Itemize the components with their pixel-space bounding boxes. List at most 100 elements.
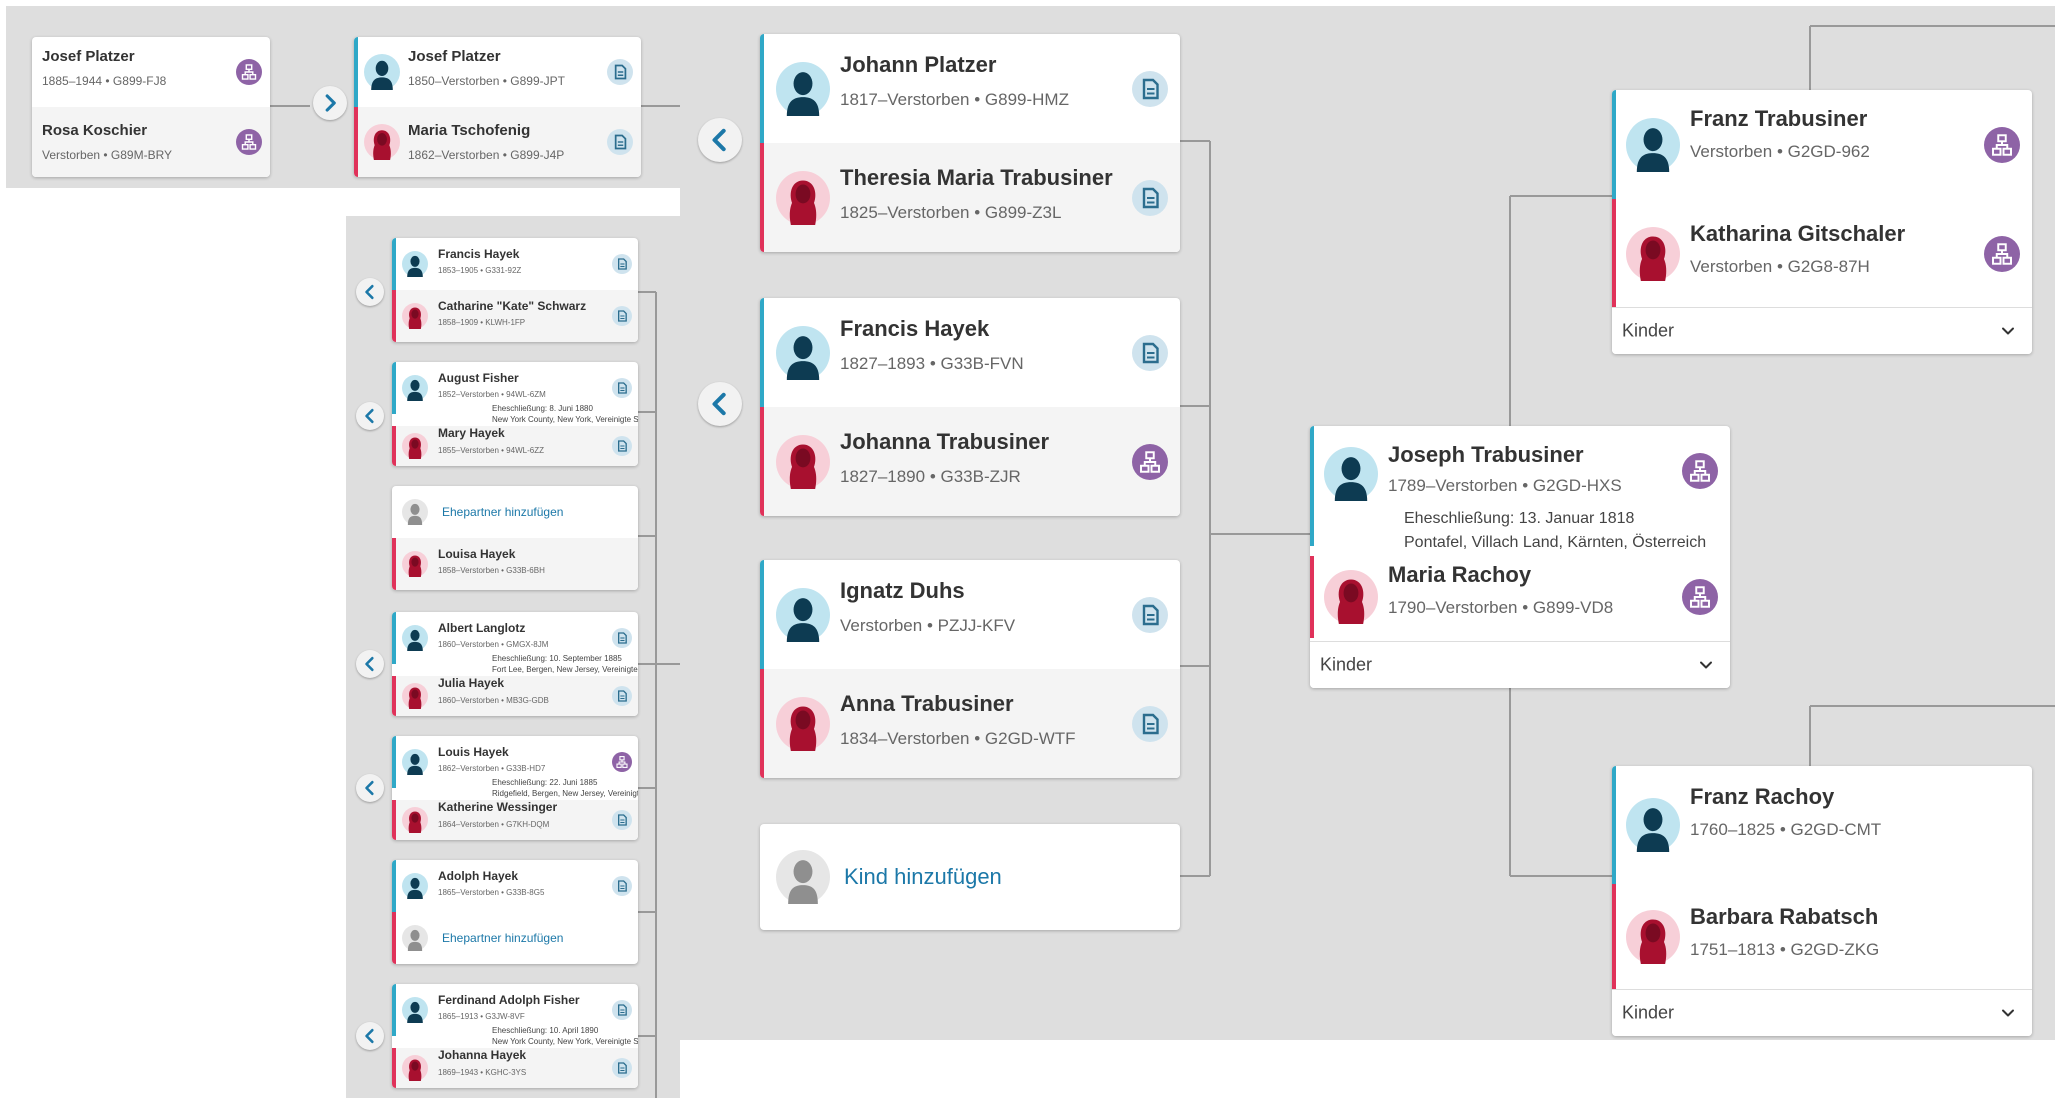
expand-children-forward-button[interactable] — [313, 86, 347, 120]
expand-family-back-button[interactable] — [356, 1022, 384, 1050]
family-card[interactable]: Francis Hayek 1853–1905 • G331-92Z Catha… — [392, 238, 638, 342]
expand-family-back-button[interactable] — [356, 774, 384, 802]
record-hint-icon[interactable] — [612, 1058, 632, 1078]
person-name[interactable]: Ignatz Duhs — [840, 578, 965, 604]
wife-row[interactable]: Johanna Hayek 1869–1943 • KGHC-3YS — [392, 1048, 638, 1088]
wife-row[interactable]: Theresia Maria Trabusiner 1825–Verstorbe… — [760, 143, 1180, 252]
husband-row[interactable]: Adolph Hayek 1865–Verstorben • G33B-8G5 — [392, 860, 638, 912]
person-name[interactable]: Franz Rachoy — [1690, 784, 1834, 810]
husband-row[interactable]: Josef Platzer 1885–1944 • G899-FJ8 — [32, 37, 270, 107]
add-spouse-link[interactable]: Ehepartner hinzufügen — [442, 505, 563, 519]
person-name[interactable]: Maria Rachoy — [1388, 562, 1531, 588]
add-spouse-row[interactable]: Ehepartner hinzufügen — [392, 486, 638, 538]
record-hint-icon[interactable] — [612, 810, 632, 830]
person-name[interactable]: Barbara Rabatsch — [1690, 904, 1878, 930]
wife-row[interactable]: Barbara Rabatsch 1751–1813 • G2GD-ZKG — [1612, 884, 2032, 990]
person-name[interactable]: Louis Hayek — [438, 745, 509, 759]
record-hint-icon[interactable] — [612, 378, 632, 398]
record-hint-icon[interactable] — [607, 129, 633, 155]
record-hint-icon[interactable] — [1132, 70, 1168, 107]
expand-family-back-button[interactable] — [356, 650, 384, 678]
wife-row[interactable]: Katherine Wessinger 1864–Verstorben • G7… — [392, 800, 638, 840]
tree-hint-icon[interactable] — [1984, 126, 2020, 163]
person-name[interactable]: Maria Tschofenig — [408, 122, 530, 139]
record-hint-icon[interactable] — [612, 1000, 632, 1020]
tree-hint-icon[interactable] — [1682, 579, 1718, 615]
husband-row[interactable]: Francis Hayek 1827–1893 • G33B-FVN — [760, 298, 1180, 407]
family-card[interactable]: Louis Hayek 1862–Verstorben • G33B-HD7 E… — [392, 736, 638, 840]
wife-row[interactable]: Katharina Gitschaler Verstorben • G2G8-8… — [1612, 199, 2032, 308]
couple-card[interactable]: Josef Platzer 1850–Verstorben • G899-JPT… — [354, 37, 641, 177]
person-name[interactable]: Katherine Wessinger — [438, 800, 557, 814]
wife-row[interactable]: Mary Hayek 1855–Verstorben • 94WL-6ZZ — [392, 426, 638, 466]
children-dropdown[interactable]: Kinder — [1310, 641, 1730, 688]
expand-family-back-button[interactable] — [356, 402, 384, 430]
child-couple-card[interactable]: Johann Platzer 1817–Verstorben • G899-HM… — [760, 34, 1180, 252]
person-name[interactable]: Mary Hayek — [438, 426, 505, 440]
record-hint-icon[interactable] — [1132, 596, 1168, 633]
person-name[interactable]: Rosa Koschier — [42, 122, 147, 139]
record-hint-icon[interactable] — [607, 59, 633, 85]
record-hint-icon[interactable] — [612, 628, 632, 648]
tree-hint-icon[interactable] — [612, 752, 632, 772]
record-hint-icon[interactable] — [1132, 705, 1168, 742]
husband-row[interactable]: Francis Hayek 1853–1905 • G331-92Z — [392, 238, 638, 290]
person-name[interactable]: Francis Hayek — [840, 316, 989, 342]
record-hint-icon[interactable] — [612, 876, 632, 896]
add-child-link[interactable]: Kind hinzufügen — [844, 864, 1002, 890]
add-spouse-row[interactable]: Ehepartner hinzufügen — [392, 912, 638, 964]
family-card[interactable]: Ferdinand Adolph Fisher 1865–1913 • G3JW… — [392, 984, 638, 1088]
expand-family-back-button[interactable] — [698, 382, 742, 426]
record-hint-icon[interactable] — [1132, 179, 1168, 216]
focus-couple-card[interactable]: Joseph Trabusiner 1789–Verstorben • G2GD… — [1310, 426, 1730, 688]
record-hint-icon[interactable] — [612, 254, 632, 274]
record-hint-icon[interactable] — [612, 686, 632, 706]
add-child-card[interactable]: Kind hinzufügen — [760, 824, 1180, 930]
wife-row[interactable]: Louisa Hayek 1858–Verstorben • G33B-6BH — [392, 538, 638, 590]
family-card[interactable]: Albert Langlotz 1860–Verstorben • GMGX-8… — [392, 612, 638, 716]
wife-row[interactable]: Maria Rachoy 1790–Verstorben • G899-VD8 — [1310, 556, 1730, 638]
family-card[interactable]: Ehepartner hinzufügen Louisa Hayek 1858–… — [392, 486, 638, 590]
person-name[interactable]: Louisa Hayek — [438, 547, 515, 561]
person-name[interactable]: Albert Langlotz — [438, 621, 525, 635]
husband-row[interactable]: Josef Platzer 1850–Verstorben • G899-JPT — [354, 37, 641, 107]
husband-row[interactable]: Ignatz Duhs Verstorben • PZJJ-KFV — [760, 560, 1180, 669]
person-name[interactable]: Anna Trabusiner — [840, 691, 1014, 717]
parents-couple-card[interactable]: Franz Rachoy 1760–1825 • G2GD-CMT Barbar… — [1612, 766, 2032, 1036]
wife-row[interactable]: Rosa Koschier Verstorben • G89M-BRY — [32, 107, 270, 177]
husband-row[interactable]: Franz Trabusiner Verstorben • G2GD-962 — [1612, 90, 2032, 199]
wife-row[interactable]: Maria Tschofenig 1862–Verstorben • G899-… — [354, 107, 641, 177]
parents-couple-card[interactable]: Franz Trabusiner Verstorben • G2GD-962 K… — [1612, 90, 2032, 354]
wife-row[interactable]: Anna Trabusiner 1834–Verstorben • G2GD-W… — [760, 669, 1180, 778]
person-name[interactable]: Julia Hayek — [438, 676, 504, 690]
record-hint-icon[interactable] — [1132, 334, 1168, 371]
children-dropdown[interactable]: Kinder — [1612, 307, 2032, 354]
wife-row[interactable]: Catharine "Kate" Schwarz 1858–1909 • KLW… — [392, 290, 638, 342]
children-dropdown[interactable]: Kinder — [1612, 989, 2032, 1036]
person-name[interactable]: August Fisher — [438, 371, 519, 385]
expand-family-back-button[interactable] — [356, 278, 384, 306]
person-name[interactable]: Johanna Hayek — [438, 1048, 526, 1062]
wife-row[interactable]: Johanna Trabusiner 1827–1890 • G33B-ZJR — [760, 407, 1180, 516]
tree-hint-icon[interactable] — [1682, 453, 1718, 489]
child-couple-card[interactable]: Francis Hayek 1827–1893 • G33B-FVN Johan… — [760, 298, 1180, 516]
person-name[interactable]: Ferdinand Adolph Fisher — [438, 993, 580, 1007]
record-hint-icon[interactable] — [612, 436, 632, 456]
person-name[interactable]: Josef Platzer — [408, 48, 501, 65]
family-card[interactable]: Adolph Hayek 1865–Verstorben • G33B-8G5 … — [392, 860, 638, 964]
husband-row[interactable]: Franz Rachoy 1760–1825 • G2GD-CMT — [1612, 766, 2032, 884]
family-card[interactable]: August Fisher 1852–Verstorben • 94WL-6ZM… — [392, 362, 638, 466]
husband-row[interactable]: Johann Platzer 1817–Verstorben • G899-HM… — [760, 34, 1180, 143]
person-name[interactable]: Johann Platzer — [840, 52, 996, 78]
person-name[interactable]: Katharina Gitschaler — [1690, 221, 1905, 247]
tree-hint-icon[interactable] — [236, 129, 262, 155]
couple-card[interactable]: Josef Platzer 1885–1944 • G899-FJ8 Rosa … — [32, 37, 270, 177]
add-child-row[interactable]: Kind hinzufügen — [760, 824, 1180, 930]
person-name[interactable]: Theresia Maria Trabusiner — [840, 165, 1113, 191]
expand-family-back-button[interactable] — [698, 118, 742, 162]
tree-hint-icon[interactable] — [236, 59, 262, 85]
person-name[interactable]: Franz Trabusiner — [1690, 106, 1867, 132]
add-spouse-link[interactable]: Ehepartner hinzufügen — [442, 931, 563, 945]
child-couple-card[interactable]: Ignatz Duhs Verstorben • PZJJ-KFV Anna T… — [760, 560, 1180, 778]
person-name[interactable]: Johanna Trabusiner — [840, 429, 1049, 455]
